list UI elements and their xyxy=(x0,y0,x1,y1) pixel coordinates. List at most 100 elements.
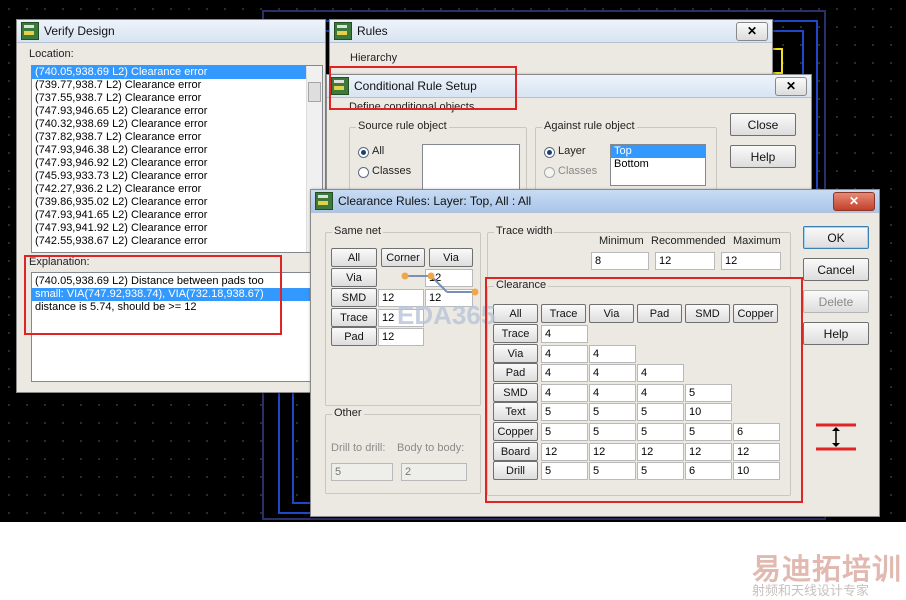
clearance-cell[interactable]: 12 xyxy=(589,442,636,461)
location-item[interactable]: (747.93,946.65 L2) Clearance error xyxy=(32,105,322,118)
same-net-row-trace[interactable]: Trace xyxy=(331,308,377,327)
clearance-cell[interactable]: 5 xyxy=(589,403,636,422)
source-all-label: All xyxy=(372,145,385,157)
clearance-cell[interactable]: 10 xyxy=(685,403,732,422)
conditional-rule-window: Conditional Rule Setup ✕ Define conditio… xyxy=(326,74,812,199)
against-layer-radio[interactable] xyxy=(544,147,555,158)
cond-titlebar[interactable]: Conditional Rule Setup ✕ xyxy=(327,75,811,98)
layer-item-bottom[interactable]: Bottom xyxy=(611,158,705,171)
hierarchy-label: Hierarchy xyxy=(350,52,398,64)
location-item[interactable]: (739.86,935.02 L2) Clearance error xyxy=(32,196,322,209)
explanation-box[interactable]: (740.05,938.69 L2) Distance between pads… xyxy=(31,272,323,382)
clearance-cell[interactable]: 5 xyxy=(541,403,588,422)
location-item[interactable]: (740.05,938.69 L2) Clearance error xyxy=(32,66,322,79)
clearance-cell[interactable]: 6 xyxy=(685,462,732,481)
clearance-cell[interactable]: 5 xyxy=(637,403,684,422)
against-classes-radio[interactable] xyxy=(544,167,555,178)
location-item[interactable]: (747.93,941.65 L2) Clearance error xyxy=(32,209,322,222)
location-item[interactable]: (747.93,941.92 L2) Clearance error xyxy=(32,222,322,235)
rules-close-button[interactable]: ✕ xyxy=(736,22,768,41)
clearance-row-copper[interactable]: Copper xyxy=(493,422,538,441)
location-item[interactable]: (742.27,936.2 L2) Clearance error xyxy=(32,183,322,196)
clearance-row-pad[interactable]: Pad xyxy=(493,363,538,383)
location-item[interactable]: (740.32,938.69 L2) Clearance error xyxy=(32,118,322,131)
clearance-cell[interactable]: 5 xyxy=(541,423,588,441)
clearance-help-button[interactable]: Help xyxy=(803,322,869,345)
clearance-col-copper[interactable]: Copper xyxy=(733,304,778,323)
clearance-cell[interactable]: 5 xyxy=(589,423,636,441)
clearance-cell[interactable]: 10 xyxy=(733,462,780,481)
clearance-cell[interactable]: 5 xyxy=(589,462,636,481)
tagline-watermark: 射频和天线设计专家 xyxy=(752,583,870,598)
clearance-row-trace[interactable]: Trace xyxy=(493,324,538,343)
clearance-cell[interactable]: 4 xyxy=(541,383,588,402)
clearance-row-smd[interactable]: SMD xyxy=(493,382,538,402)
clearance-titlebar[interactable]: Clearance Rules: Layer: Top, All : All ✕ xyxy=(311,190,879,213)
body-to-body-field[interactable]: 2 xyxy=(401,463,467,481)
drill-to-drill-field[interactable]: 5 xyxy=(331,463,393,481)
clearance-cell[interactable]: 5 xyxy=(637,423,684,441)
cancel-button[interactable]: Cancel xyxy=(803,258,869,281)
clearance-col-trace[interactable]: Trace xyxy=(541,304,586,323)
same-net-row-pad[interactable]: Pad xyxy=(331,327,377,346)
help-button[interactable]: Help xyxy=(730,145,796,168)
clearance-cell[interactable]: 6 xyxy=(733,423,780,441)
delete-button[interactable]: Delete xyxy=(803,290,869,313)
clearance-cell[interactable]: 12 xyxy=(637,442,684,461)
location-label: Location: xyxy=(29,48,74,60)
same-net-row-smd[interactable]: SMD xyxy=(331,288,377,307)
clearance-cell[interactable]: 12 xyxy=(685,442,732,461)
location-list[interactable]: (740.05,938.69 L2) Clearance error (739.7… xyxy=(31,65,323,253)
same-net-corner-button[interactable]: Corner xyxy=(381,248,425,267)
verify-titlebar[interactable]: Verify Design xyxy=(17,20,325,43)
clearance-cell[interactable]: 4 xyxy=(589,383,636,402)
tw-minimum-field[interactable]: 8 xyxy=(591,252,649,270)
clearance-cell[interactable]: 4 xyxy=(541,325,588,343)
clearance-cell[interactable]: 4 xyxy=(589,344,636,363)
clearance-cell[interactable]: 5 xyxy=(685,423,732,441)
clearance-col-pad[interactable]: Pad xyxy=(637,304,682,323)
clearance-cell[interactable]: 4 xyxy=(637,383,684,402)
clearance-row-board[interactable]: Board xyxy=(493,441,538,461)
clearance-close-icon[interactable]: ✕ xyxy=(833,192,875,211)
cond-title: Conditional Rule Setup xyxy=(354,79,477,93)
tw-maximum-field[interactable]: 12 xyxy=(721,252,781,270)
clearance-cell[interactable]: 4 xyxy=(589,364,636,383)
tw-recommended-label: Recommended xyxy=(651,235,726,247)
clearance-cell[interactable]: 12 xyxy=(733,442,780,461)
ok-button[interactable]: OK xyxy=(803,226,869,249)
layer-item-top[interactable]: Top xyxy=(611,145,705,158)
clearance-col-via[interactable]: Via xyxy=(589,304,634,323)
location-item[interactable]: (737.55,938.7 L2) Clearance error xyxy=(32,92,322,105)
clearance-row-via[interactable]: Via xyxy=(493,343,538,363)
clearance-col-all[interactable]: All xyxy=(493,304,538,323)
location-item[interactable]: (737.82,938.7 L2) Clearance error xyxy=(32,131,322,144)
clearance-row-text[interactable]: Text xyxy=(493,402,538,422)
clearance-cell[interactable]: 5 xyxy=(685,383,732,402)
cond-close-icon[interactable]: ✕ xyxy=(775,77,807,96)
clearance-row-drill[interactable]: Drill xyxy=(493,461,538,481)
close-button[interactable]: Close xyxy=(730,113,796,136)
location-item[interactable]: (742.55,938.67 L2) Clearance error xyxy=(32,235,322,248)
trace-width-label: Trace width xyxy=(494,225,555,237)
location-item[interactable]: (747.93,946.92 L2) Clearance error xyxy=(32,157,322,170)
location-item[interactable]: (739.77,938.7 L2) Clearance error xyxy=(32,79,322,92)
location-item[interactable]: (745.93,933.73 L2) Clearance error xyxy=(32,170,322,183)
clearance-cell[interactable]: 4 xyxy=(541,364,588,383)
rules-titlebar[interactable]: Rules ✕ xyxy=(330,20,772,43)
same-net-via-button[interactable]: Via xyxy=(429,248,473,267)
clearance-cell[interactable]: 5 xyxy=(637,462,684,481)
clearance-cell[interactable]: 5 xyxy=(541,462,588,481)
same-net-row-via[interactable]: Via xyxy=(331,268,377,287)
location-item[interactable]: (747.93,946.38 L2) Clearance error xyxy=(32,144,322,157)
clearance-cell[interactable]: 12 xyxy=(541,442,588,461)
layer-list[interactable]: Top Bottom xyxy=(610,144,706,186)
explanation-line: small: VIA(747.92,938.74), VIA(732.18,93… xyxy=(32,288,322,301)
clearance-col-smd[interactable]: SMD xyxy=(685,304,730,323)
same-net-all-button[interactable]: All xyxy=(331,248,377,267)
source-classes-radio[interactable] xyxy=(358,167,369,178)
clearance-cell[interactable]: 4 xyxy=(637,364,684,383)
tw-recommended-field[interactable]: 12 xyxy=(655,252,715,270)
source-all-radio[interactable] xyxy=(358,147,369,158)
clearance-cell[interactable]: 4 xyxy=(541,344,588,363)
